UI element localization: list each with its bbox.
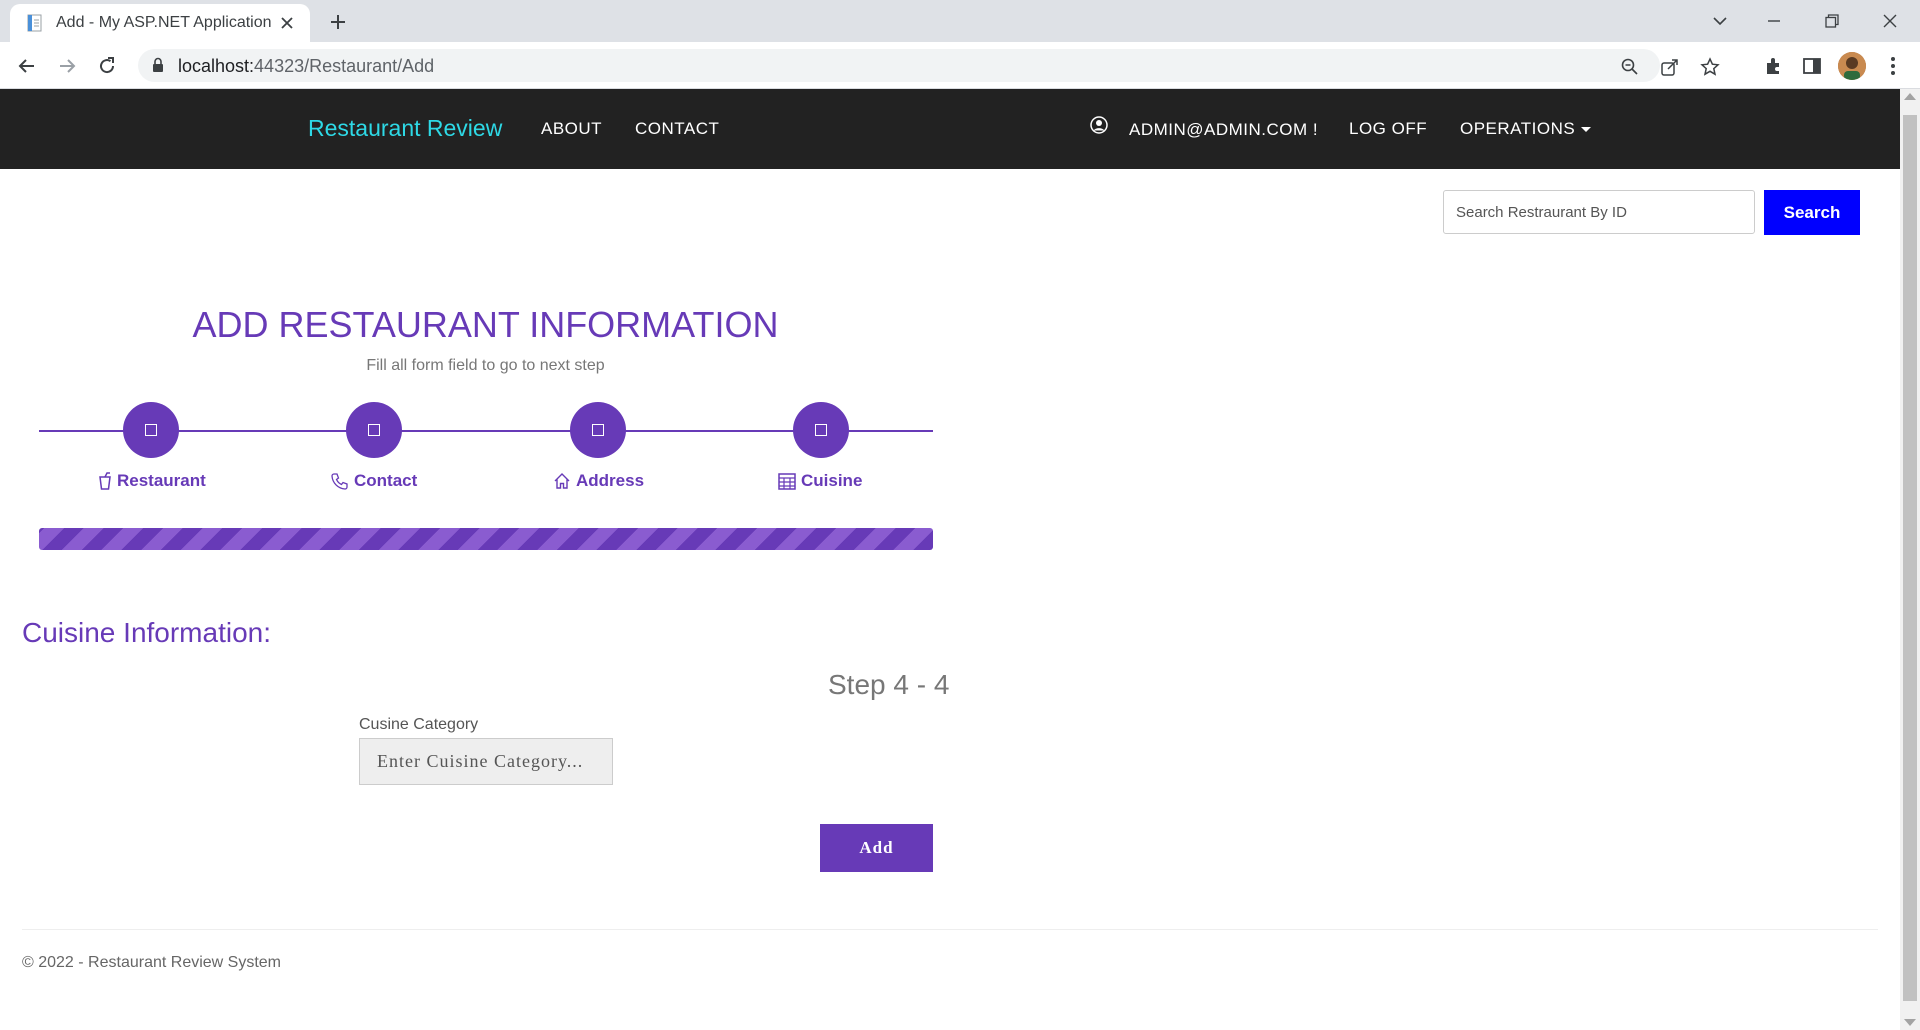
browser-menu-icon[interactable] xyxy=(1880,53,1906,79)
address-bar[interactable]: localhost:44323/Restaurant/Add xyxy=(138,49,1720,82)
cuisine-category-label: Cusine Category xyxy=(359,716,479,733)
page-icon xyxy=(26,14,44,32)
step-cuisine: Cuisine xyxy=(778,471,862,491)
new-tab-icon[interactable] xyxy=(326,10,350,34)
profile-avatar[interactable] xyxy=(1838,52,1866,80)
home-icon xyxy=(554,473,570,489)
nav-about-link[interactable]: ABOUT xyxy=(541,119,602,139)
footer-divider xyxy=(22,929,1878,930)
url-text: localhost:44323/Restaurant/Add xyxy=(178,56,435,76)
step-restaurant: Restaurant xyxy=(98,471,206,491)
user-account-link[interactable]: ADMIN@ADMIN.COM ! xyxy=(1129,120,1318,140)
scrollbar-thumb[interactable] xyxy=(1903,115,1917,1001)
logoff-link[interactable]: LOG OFF xyxy=(1349,119,1427,139)
step-label: Restaurant xyxy=(117,471,206,490)
brand-link[interactable]: Restaurant Review xyxy=(308,115,502,142)
step-3-circle xyxy=(570,402,626,458)
step-label: Contact xyxy=(354,471,418,490)
section-title: Cuisine Information: xyxy=(22,617,272,648)
browser-toolbar: localhost:44323/Restaurant/Add xyxy=(0,42,1920,89)
step-box-icon xyxy=(592,424,604,436)
zoom-icon[interactable] xyxy=(1618,55,1642,79)
step-4-circle xyxy=(793,402,849,458)
form-subtitle: Fill all form field to go to next step xyxy=(366,357,605,374)
scroll-down-arrow-icon[interactable] xyxy=(1904,1019,1916,1026)
step-box-icon xyxy=(368,424,380,436)
scroll-up-arrow-icon[interactable] xyxy=(1904,93,1916,100)
table-icon xyxy=(778,472,796,490)
footer-copyright: © 2022 - Restaurant Review System xyxy=(22,954,282,971)
step-box-icon xyxy=(145,424,157,436)
step-box-icon xyxy=(815,424,827,436)
step-counter: Step 4 - 4 xyxy=(828,669,950,700)
search-button[interactable]: Search xyxy=(1764,190,1860,235)
close-window-icon[interactable] xyxy=(1876,8,1904,34)
step-contact: Contact xyxy=(331,471,417,491)
step-2-circle xyxy=(346,402,402,458)
form-title: ADD RESTAURANT INFORMATION xyxy=(192,304,779,345)
step-address: Address xyxy=(553,471,644,491)
lock-icon[interactable] xyxy=(152,57,164,78)
operations-dropdown[interactable]: OPERATIONS xyxy=(1460,119,1592,139)
browser-tab-strip: Add - My ASP.NET Application xyxy=(0,0,1920,42)
search-restaurant-input[interactable] xyxy=(1443,190,1755,234)
extensions-icon[interactable] xyxy=(1760,53,1786,79)
site-navbar: Restaurant Review ABOUT CONTACT ADMIN@AD… xyxy=(0,89,1900,169)
share-icon[interactable] xyxy=(1658,55,1682,79)
operations-label: OPERATIONS xyxy=(1460,119,1576,138)
tab-title: Add - My ASP.NET Application xyxy=(56,14,272,31)
step-label: Address xyxy=(576,471,645,490)
page-viewport: Restaurant Review ABOUT CONTACT ADMIN@AD… xyxy=(0,89,1900,1030)
step-label: Cuisine xyxy=(801,471,863,490)
browser-tab[interactable]: Add - My ASP.NET Application xyxy=(10,4,310,42)
step-1-circle xyxy=(123,402,179,458)
side-panel-icon[interactable] xyxy=(1799,53,1825,79)
caret-down-icon xyxy=(1581,127,1592,133)
minimize-icon[interactable] xyxy=(1760,8,1788,34)
restore-icon[interactable] xyxy=(1818,8,1846,34)
user-circle-icon xyxy=(1090,116,1108,134)
page-scrollbar[interactable] xyxy=(1900,89,1920,1030)
phone-icon xyxy=(331,473,348,490)
close-tab-icon[interactable] xyxy=(276,12,298,34)
add-button[interactable]: Add xyxy=(820,824,933,872)
forward-icon[interactable] xyxy=(54,53,80,79)
form-progress-bar xyxy=(39,528,933,550)
tab-search-chevron-icon[interactable] xyxy=(1706,8,1734,34)
reload-icon[interactable] xyxy=(94,53,120,79)
back-icon[interactable] xyxy=(14,53,40,79)
cuisine-category-input[interactable] xyxy=(359,738,613,785)
bookmark-star-icon[interactable] xyxy=(1698,55,1722,79)
nav-contact-link[interactable]: CONTACT xyxy=(635,119,719,139)
cup-icon xyxy=(99,472,111,490)
